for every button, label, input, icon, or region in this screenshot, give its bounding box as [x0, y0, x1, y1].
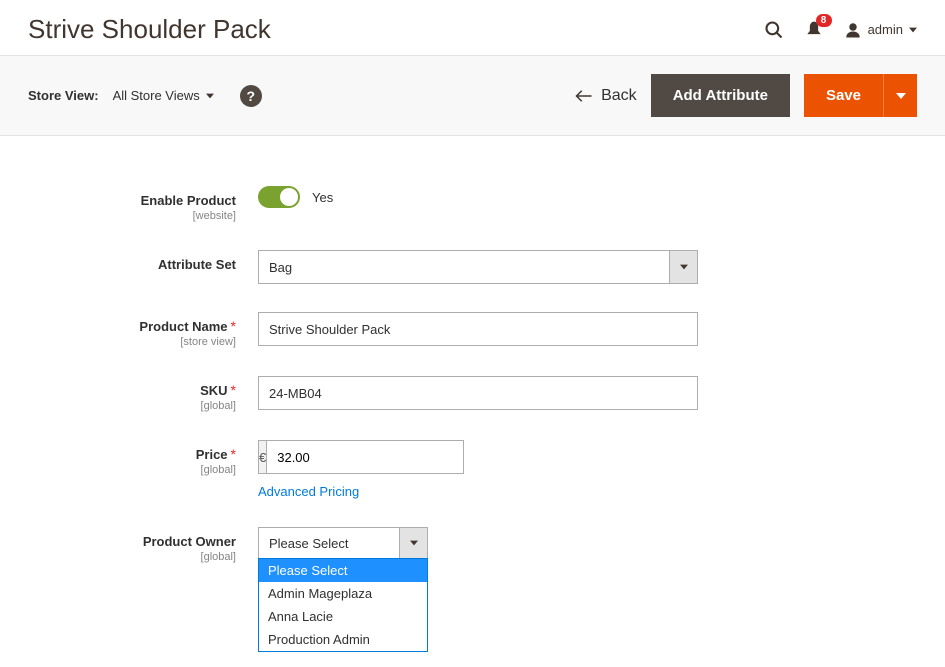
help-icon[interactable]: ? [240, 85, 262, 107]
user-icon [844, 21, 862, 39]
enable-product-scope: [website] [28, 210, 236, 222]
enable-product-value: Yes [312, 190, 333, 205]
back-label: Back [601, 87, 637, 105]
chevron-down-icon [206, 92, 214, 100]
attribute-set-value: Bag [259, 260, 302, 275]
attribute-set-label: Attribute Set [158, 257, 236, 272]
enable-product-toggle[interactable] [258, 186, 300, 208]
product-owner-selected: Please Select [259, 536, 359, 551]
price-input[interactable] [266, 440, 464, 474]
product-owner-select[interactable]: Please Select [258, 527, 428, 559]
chevron-down-icon [909, 26, 917, 34]
product-name-input[interactable] [258, 312, 698, 346]
enable-product-label: Enable Product [141, 193, 236, 208]
attribute-set-select[interactable]: Bag [258, 250, 698, 284]
username: admin [868, 22, 903, 37]
add-attribute-button[interactable]: Add Attribute [651, 74, 790, 117]
arrow-left-icon [575, 89, 593, 103]
product-owner-scope: [global] [28, 551, 236, 563]
sku-scope: [global] [28, 400, 236, 412]
owner-option[interactable]: Please Select [259, 559, 427, 582]
save-button[interactable]: Save [804, 74, 883, 117]
price-label: Price [196, 447, 228, 462]
sku-input[interactable] [258, 376, 698, 410]
notifications-icon[interactable]: 8 [804, 20, 824, 40]
search-icon[interactable] [764, 20, 784, 40]
user-menu[interactable]: admin [844, 21, 917, 39]
store-view-label: Store View: [28, 88, 99, 103]
product-owner-label: Product Owner [143, 534, 236, 549]
chevron-down-icon [680, 263, 688, 271]
currency-symbol: € [258, 440, 266, 474]
advanced-pricing-link[interactable]: Advanced Pricing [258, 484, 359, 499]
chevron-down-icon [896, 91, 906, 101]
chevron-down-icon [410, 539, 418, 547]
store-view-value: All Store Views [113, 88, 200, 103]
sku-label: SKU [200, 383, 227, 398]
owner-option[interactable]: Production Admin [259, 628, 427, 651]
save-dropdown-toggle[interactable] [883, 74, 917, 117]
back-button[interactable]: Back [575, 87, 637, 105]
product-owner-dropdown: Please Select Admin Mageplaza Anna Lacie… [258, 558, 428, 652]
owner-option[interactable]: Admin Mageplaza [259, 582, 427, 605]
notification-badge: 8 [816, 14, 832, 27]
page-title: Strive Shoulder Pack [28, 14, 271, 45]
store-view-select[interactable]: All Store Views [113, 88, 214, 103]
price-scope: [global] [28, 464, 236, 476]
owner-option[interactable]: Anna Lacie [259, 605, 427, 628]
product-name-label: Product Name [139, 319, 227, 334]
product-name-scope: [store view] [28, 336, 236, 348]
